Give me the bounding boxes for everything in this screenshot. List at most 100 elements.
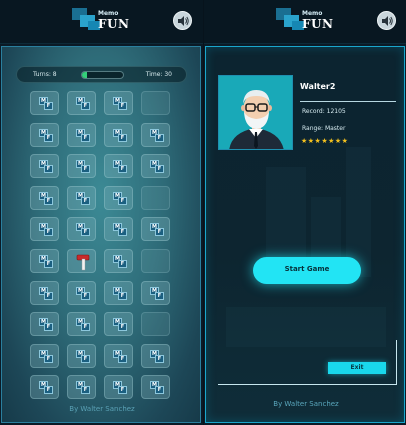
frame-line-vertical [396,340,397,384]
game-screen: Memo FUN Turns: 8 Time: 30 MF MF MF MF MF MF M… [0,0,203,425]
app-root: Memo FUN Turns: 8 Time: 30 MF MF MF MF MF MF M… [0,0,406,425]
card-slot-empty[interactable] [141,186,170,210]
card-face-down[interactable]: MF [30,249,59,273]
card-logo-f: F [44,386,53,394]
divider [300,101,396,102]
card-face-down[interactable]: MF [67,123,96,147]
speaker-icon[interactable] [173,11,192,30]
card-face-down[interactable]: MF [30,344,59,368]
frame-line-horizontal [218,384,397,385]
progress-fill [82,72,87,78]
card-logo-f: F [155,134,164,142]
card-logo-f: F [81,323,90,331]
card-face-down[interactable]: MF [30,375,59,399]
card-face-down[interactable]: MF [141,281,170,305]
card-face-down[interactable]: MF [67,281,96,305]
top-bar: Memo FUN [0,0,203,44]
card-logo-f: F [118,165,127,173]
card-logo-f: F [155,355,164,363]
card-face-down[interactable]: MF [104,375,133,399]
card-logo-f: F [118,292,127,300]
card-face-down[interactable]: MF [30,91,59,115]
card-face-down[interactable]: MF [141,154,170,178]
profile-area: Walter2 Record: 12105 Range: Master ★★★★… [205,46,405,423]
card-face-down[interactable]: MF [104,91,133,115]
card-face-down[interactable]: MF [67,186,96,210]
card-face-down[interactable]: MF [141,123,170,147]
card-logo-f: F [44,260,53,268]
card-logo-f: F [155,228,164,236]
card-revealed[interactable] [67,249,96,273]
card-face-down[interactable]: MF [104,312,133,336]
author-byline: By Walter Sanchez [69,405,135,413]
author-byline: By Walter Sanchez [273,400,339,408]
player-avatar [218,75,293,150]
start-game-button[interactable]: Start Game [253,257,361,284]
card-logo-f: F [81,165,90,173]
card-logo-f: F [118,260,127,268]
card-face-down[interactable]: MF [67,312,96,336]
card-logo-f: F [44,292,53,300]
card-logo-f: F [155,386,164,394]
speaker-icon[interactable] [377,11,396,30]
card-slot-empty[interactable] [141,249,170,273]
card-logo-f: F [118,134,127,142]
card-face-down[interactable]: MF [67,375,96,399]
card-logo-f: F [81,102,90,110]
hammer-icon [74,253,92,275]
exit-label: Exit [350,364,364,371]
card-logo-f: F [118,323,127,331]
app-logo: Memo FUN [276,8,336,32]
card-face-down[interactable]: MF [104,154,133,178]
card-logo-f: F [118,355,127,363]
record-text: Record: 12105 [302,108,346,115]
card-face-down[interactable]: MF [30,217,59,241]
card-slot-empty[interactable] [141,312,170,336]
player-name: Walter2 [300,82,336,91]
card-logo-f: F [155,292,164,300]
card-face-down[interactable]: MF [30,123,59,147]
card-logo-f: F [44,197,53,205]
card-face-down[interactable]: MF [30,281,59,305]
card-logo-f: F [118,102,127,110]
card-face-down[interactable]: MF [30,154,59,178]
card-logo-f: F [44,165,53,173]
card-logo-f: F [81,134,90,142]
game-board-area: Turns: 8 Time: 30 MF MF MF MF MF MF MF MF MF MF MF… [1,46,201,423]
card-logo-f: F [118,386,127,394]
card-face-down[interactable]: MF [141,344,170,368]
profile-screen: Memo FUN Walter2 Record: 12105 Range: Ma… [203,0,406,425]
card-slot-empty[interactable] [141,91,170,115]
card-face-down[interactable]: MF [104,249,133,273]
top-bar: Memo FUN [204,0,406,44]
time-counter: Time: 30 [145,71,172,78]
logo-small-text: Memo [302,10,323,17]
card-logo-f: F [81,228,90,236]
card-face-down[interactable]: MF [104,123,133,147]
card-face-down[interactable]: MF [67,217,96,241]
exit-button[interactable]: Exit [328,362,386,374]
card-logo-f: F [81,355,90,363]
card-logo-f: F [44,323,53,331]
card-face-down[interactable]: MF [30,186,59,210]
card-face-down[interactable]: MF [67,344,96,368]
card-face-down[interactable]: MF [104,186,133,210]
card-face-down[interactable]: MF [67,154,96,178]
logo-big-text: FUN [302,17,334,31]
start-game-label: Start Game [284,265,330,273]
rating-stars: ★★★★★★★ [301,137,349,145]
card-face-down[interactable]: MF [141,217,170,241]
turns-counter: Turns: 8 [33,71,57,78]
card-face-down[interactable]: MF [67,91,96,115]
card-face-down[interactable]: MF [104,344,133,368]
card-logo-f: F [118,197,127,205]
card-face-down[interactable]: MF [104,281,133,305]
card-face-down[interactable]: MF [141,375,170,399]
logo-small-text: Memo [98,10,119,17]
logo-big-text: FUN [98,17,130,31]
card-logo-f: F [81,292,90,300]
card-face-down[interactable]: MF [30,312,59,336]
card-face-down[interactable]: MF [104,217,133,241]
card-logo-f: F [118,228,127,236]
card-logo-f: F [44,228,53,236]
